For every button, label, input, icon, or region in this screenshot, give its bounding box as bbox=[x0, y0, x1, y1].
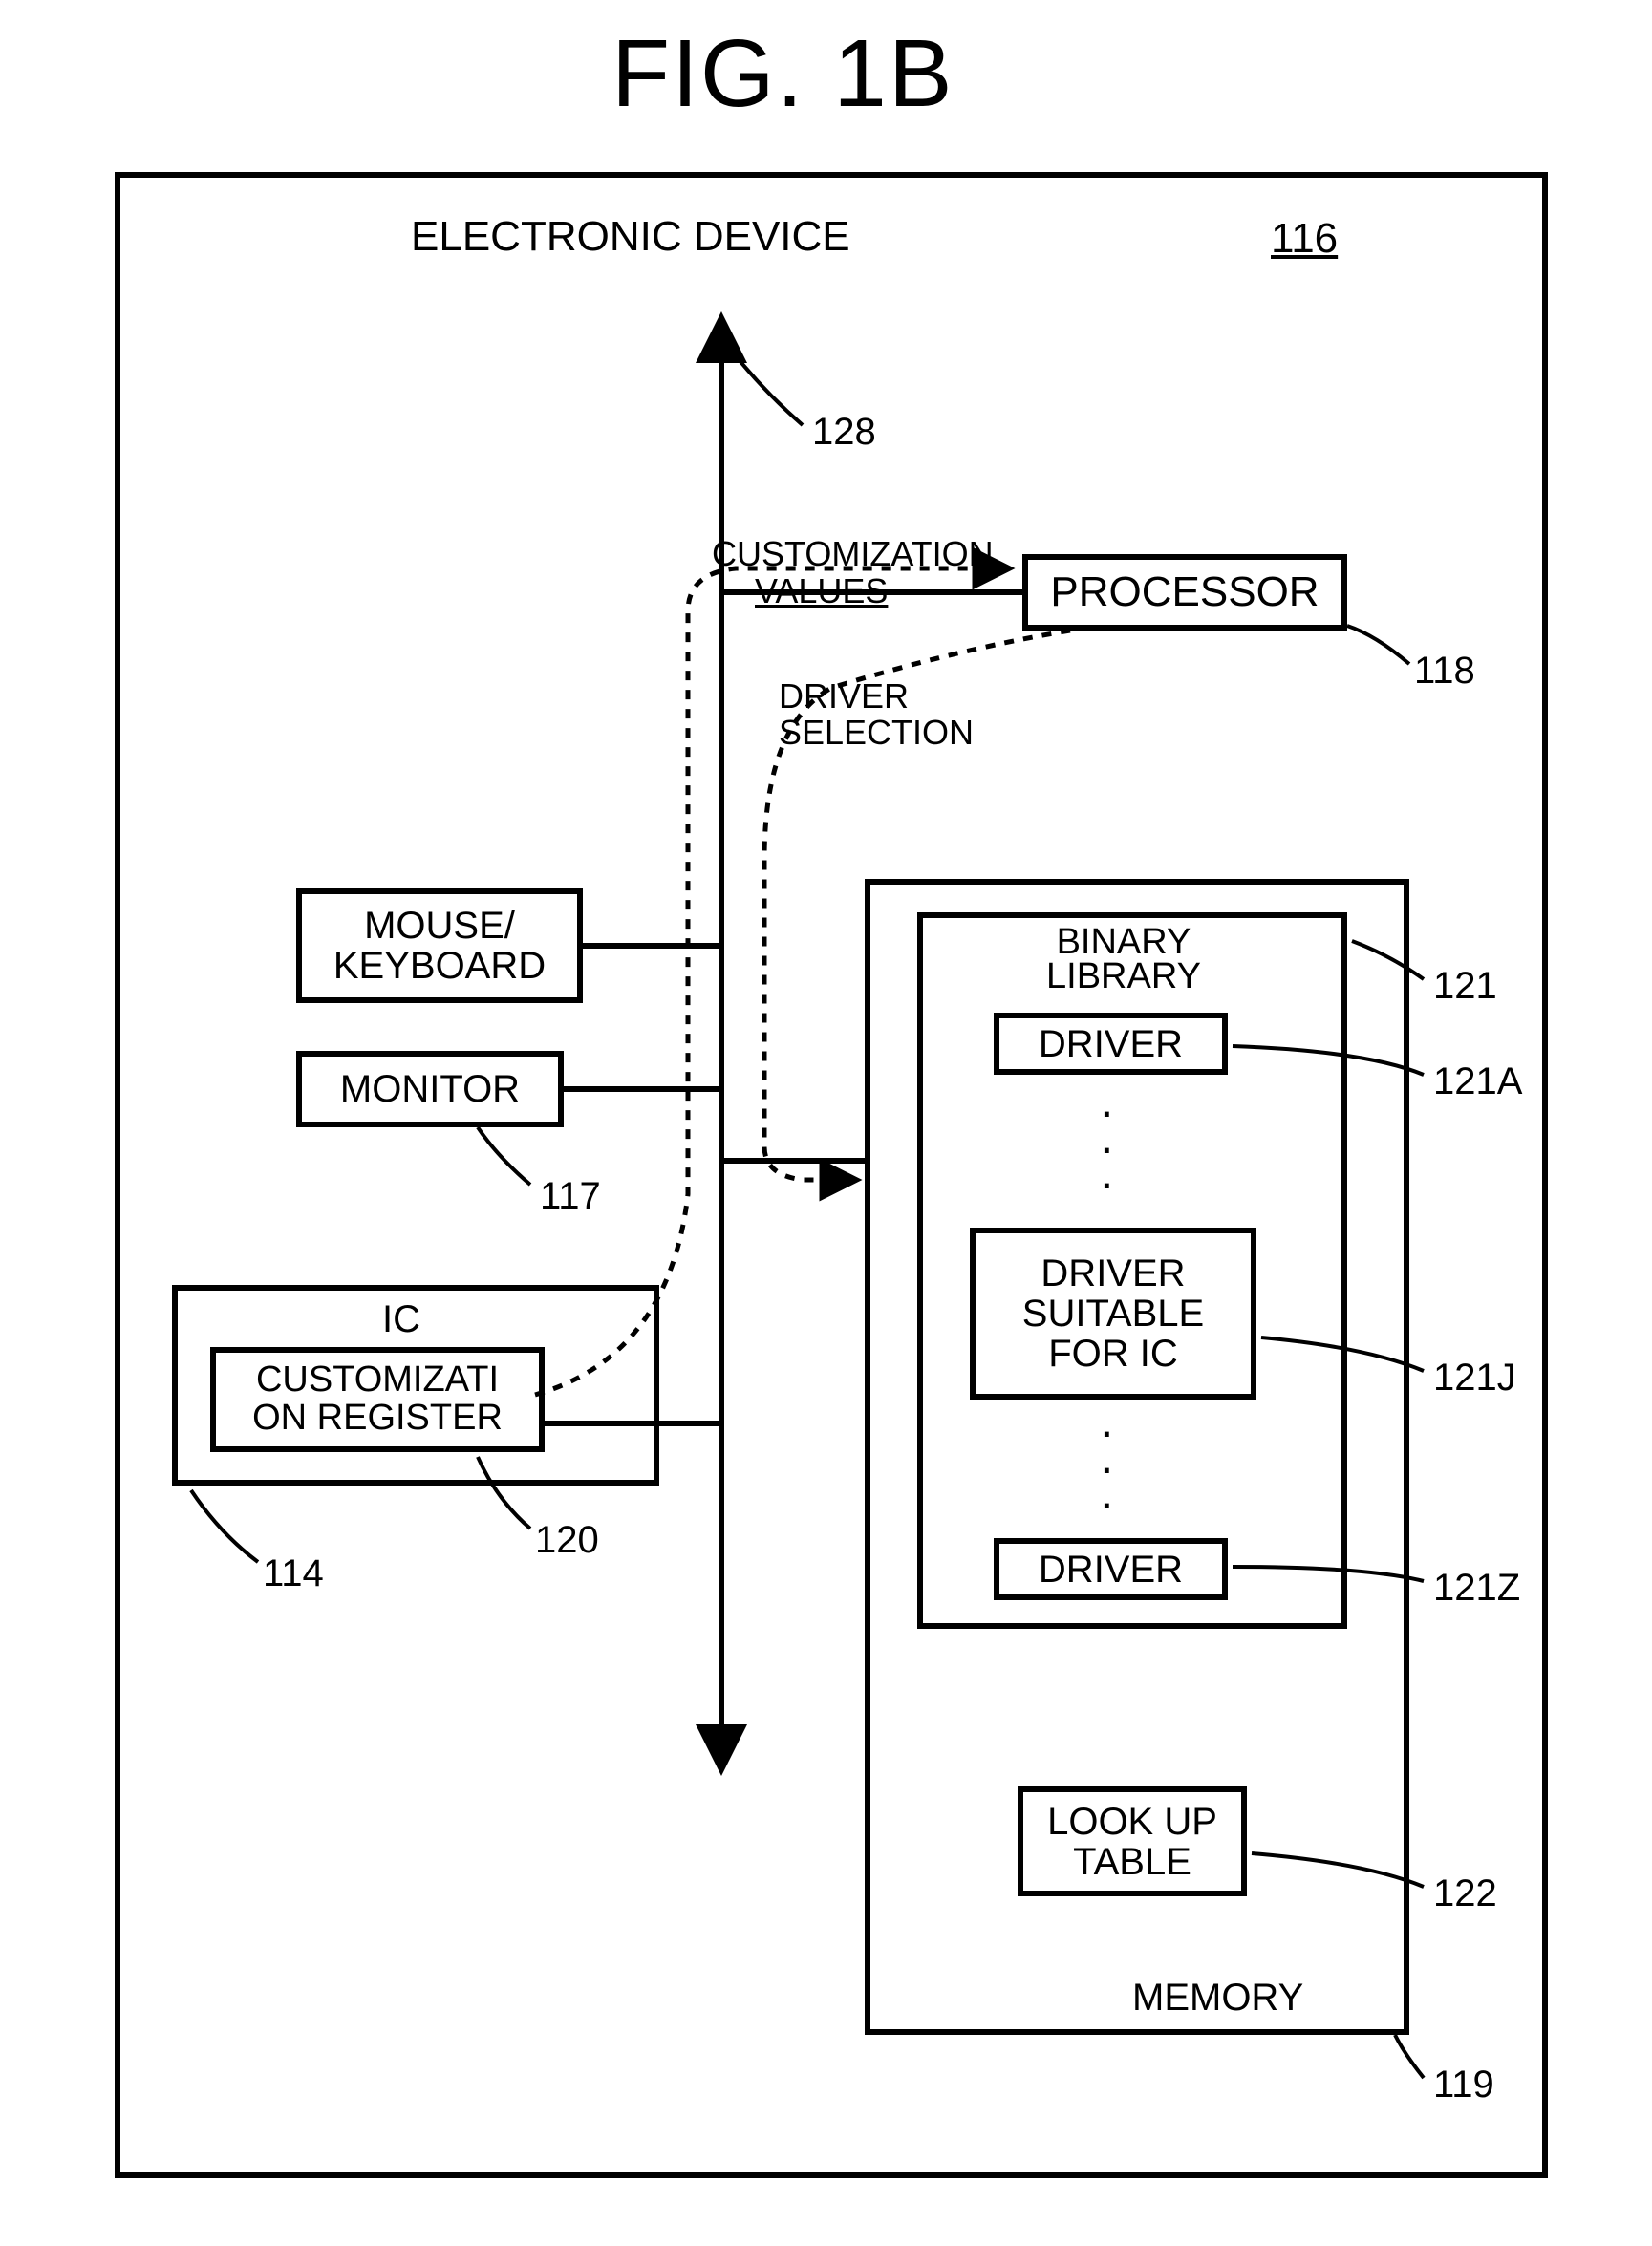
processor-label: PROCESSOR bbox=[1050, 570, 1319, 614]
customization-values-line1: CUSTOMIZATION bbox=[712, 534, 994, 573]
driver-121z-box: DRIVER bbox=[994, 1538, 1228, 1600]
ref-121: 121 bbox=[1433, 965, 1497, 1008]
customization-values-label: CUSTOMIZATION bbox=[712, 537, 994, 571]
ref-122: 122 bbox=[1433, 1872, 1497, 1915]
customization-register-label: CUSTOMIZATI ON REGISTER bbox=[252, 1361, 503, 1438]
driver-121j-box: DRIVER SUITABLE FOR IC bbox=[970, 1228, 1256, 1400]
driver-selection-label: DRIVER SELECTION bbox=[779, 678, 974, 751]
ref-118: 118 bbox=[1414, 650, 1475, 693]
ref-117: 117 bbox=[540, 1175, 601, 1218]
ref-121Z: 121Z bbox=[1433, 1567, 1520, 1610]
ref-121J: 121J bbox=[1433, 1357, 1516, 1400]
ref-114: 114 bbox=[263, 1552, 324, 1595]
customization-register-box: CUSTOMIZATI ON REGISTER bbox=[210, 1347, 545, 1452]
lookup-table-label: LOOK UP TABLE bbox=[1047, 1802, 1217, 1882]
driver-121a-box: DRIVER bbox=[994, 1013, 1228, 1075]
lookup-table-box: LOOK UP TABLE bbox=[1018, 1786, 1247, 1896]
monitor-box: MONITOR bbox=[296, 1051, 564, 1127]
ref-128: 128 bbox=[812, 411, 876, 454]
monitor-label: MONITOR bbox=[340, 1069, 520, 1109]
mouse-keyboard-label: MOUSE/ KEYBOARD bbox=[333, 906, 546, 986]
ellipsis-2: ··· bbox=[1099, 1414, 1115, 1522]
electronic-device-label: ELECTRONIC DEVICE bbox=[411, 215, 850, 259]
binary-library-label: BINARY LIBRARY bbox=[1046, 925, 1201, 994]
figure-title: FIG. 1B bbox=[611, 19, 955, 129]
driver-121a-label: DRIVER bbox=[1039, 1024, 1183, 1064]
processor-box: PROCESSOR bbox=[1022, 554, 1347, 631]
ref-121A: 121A bbox=[1433, 1060, 1522, 1103]
ref-119: 119 bbox=[1433, 2064, 1494, 2107]
ellipsis-1: ··· bbox=[1099, 1094, 1115, 1202]
memory-label: MEMORY bbox=[1132, 1978, 1303, 2018]
ref-116: 116 bbox=[1271, 215, 1338, 263]
mouse-keyboard-box: MOUSE/ KEYBOARD bbox=[296, 888, 583, 1003]
driver-121z-label: DRIVER bbox=[1039, 1550, 1183, 1590]
customization-values-label2: VALUES bbox=[755, 573, 888, 610]
driver-121j-label: DRIVER SUITABLE FOR IC bbox=[1022, 1253, 1204, 1374]
ref-120: 120 bbox=[535, 1519, 599, 1562]
ic-label: IC bbox=[382, 1299, 420, 1339]
